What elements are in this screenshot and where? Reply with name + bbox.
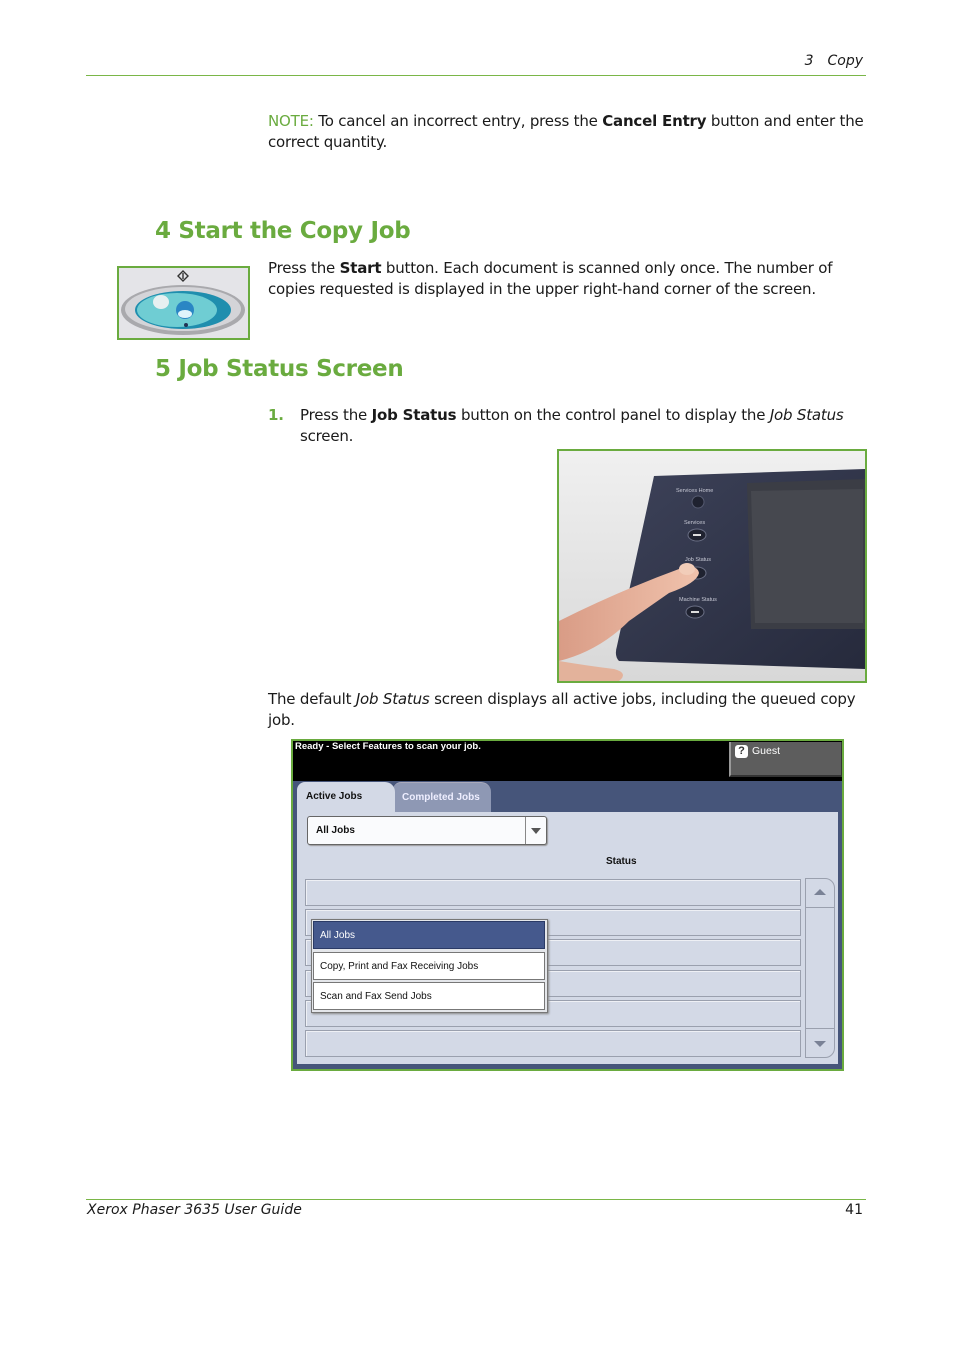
photo-label-services-home: Services Home <box>676 488 713 494</box>
filter-option-all-jobs[interactable]: All Jobs <box>313 921 545 949</box>
start-button-image <box>117 266 250 340</box>
job-status-screen: Ready - Select Features to scan your job… <box>291 739 844 1071</box>
start-instructions: Press the Start button. Each document is… <box>268 258 868 300</box>
step-text-c: screen. <box>300 427 354 445</box>
footer-rule <box>86 1199 866 1200</box>
photo-label-job-status: Job Status <box>685 557 711 563</box>
guest-login-button[interactable]: ? Guest <box>729 742 842 777</box>
photo-label-services: Services <box>684 520 705 526</box>
filter-option-scan-fax-send[interactable]: Scan and Fax Send Jobs <box>313 982 545 1010</box>
ui-bottom-edge <box>293 1064 842 1069</box>
chapter-title: Copy <box>827 53 863 69</box>
ui-status-message: Ready - Select Features to scan your job… <box>295 741 481 752</box>
tab-completed-jobs[interactable]: Completed Jobs <box>393 782 491 812</box>
job-filter-value: All Jobs <box>316 825 355 836</box>
step-text-b: button on the control panel to display t… <box>456 406 770 424</box>
job-status-description: The default Job Status screen displays a… <box>268 689 868 731</box>
start-text: Press the <box>268 259 340 277</box>
chapter-number: 3 <box>804 53 814 69</box>
job-row[interactable] <box>305 879 801 906</box>
running-header: 3 Copy <box>805 53 863 69</box>
job-row[interactable] <box>305 1030 801 1057</box>
guest-label: Guest <box>752 745 781 757</box>
step-bold: Job Status <box>371 406 457 424</box>
scroll-down-icon[interactable] <box>806 1028 834 1057</box>
step-number: 1. <box>268 406 284 424</box>
start-bold: Start <box>339 259 382 277</box>
section-heading-start-copy-job: 4 Start the Copy Job <box>155 218 411 244</box>
footer-guide-title: Xerox Phaser 3635 User Guide <box>87 1202 302 1218</box>
chevron-down-icon[interactable] <box>525 817 546 844</box>
note-paragraph: NOTE: To cancel an incorrect entry, pres… <box>268 111 868 153</box>
desc-italic: Job Status <box>355 690 430 708</box>
control-panel-photo: Services Home Services Job Status Machin… <box>557 449 867 683</box>
job-list-scrollbar[interactable] <box>805 878 835 1058</box>
start-button-icon <box>119 268 248 338</box>
step-text-a: Press the <box>300 406 372 424</box>
desc-text-a: The default <box>268 690 356 708</box>
header-rule <box>86 75 866 76</box>
step-text: Press the Job Status button on the contr… <box>300 405 860 447</box>
page-number: 41 <box>845 1202 863 1218</box>
tab-active-jobs[interactable]: Active Jobs <box>297 782 395 813</box>
scroll-up-icon[interactable] <box>806 879 834 908</box>
filter-option-copy-print-fax-receiving[interactable]: Copy, Print and Fax Receiving Jobs <box>313 952 545 980</box>
job-filter-dropdown: All Jobs Copy, Print and Fax Receiving J… <box>311 919 548 1013</box>
photo-label-machine-status: Machine Status <box>679 597 717 603</box>
help-icon: ? <box>735 745 748 758</box>
job-filter-select[interactable]: All Jobs <box>307 816 547 845</box>
active-jobs-panel: All Jobs Status All Jobs Copy, Print and… <box>297 812 838 1064</box>
note-bold: Cancel Entry <box>602 112 707 130</box>
column-header-status: Status <box>606 856 637 867</box>
note-label: NOTE: <box>268 112 314 130</box>
step-italic: Job Status <box>769 406 844 424</box>
ui-status-bar: Ready - Select Features to scan your job… <box>293 741 842 781</box>
section-heading-job-status-screen: 5 Job Status Screen <box>155 356 404 382</box>
note-text: To cancel an incorrect entry, press the <box>313 112 603 130</box>
